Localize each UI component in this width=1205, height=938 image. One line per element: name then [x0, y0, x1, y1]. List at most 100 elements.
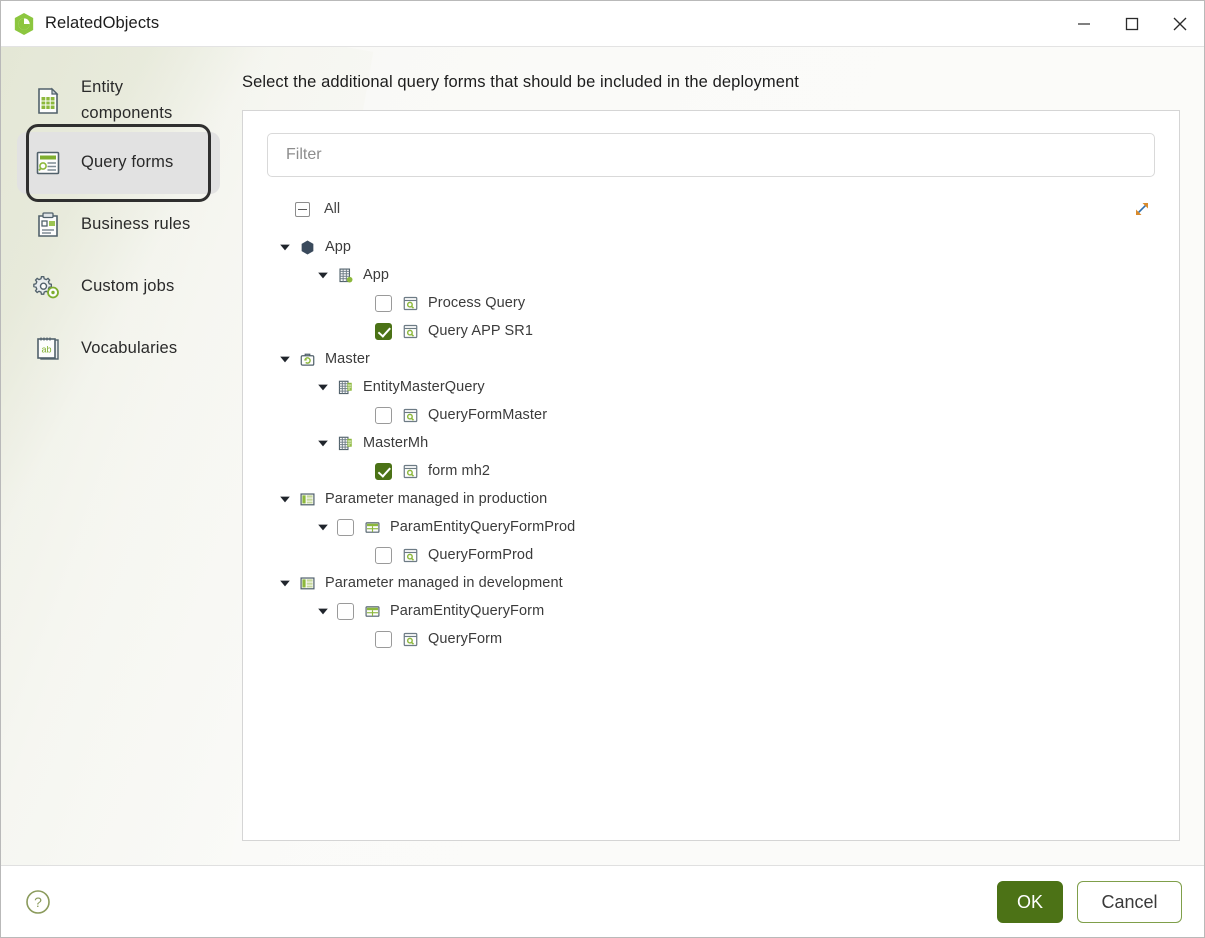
tree-node[interactable]: Process Query — [267, 289, 1155, 317]
cancel-button[interactable]: Cancel — [1077, 880, 1182, 923]
page-title: Select the additional query forms that s… — [242, 73, 799, 91]
tree-node-label: Parameter managed in production — [325, 491, 548, 507]
query-form-icon — [403, 464, 418, 478]
tree-panel: All App App Process Query Query APP SR1 Mast… — [242, 110, 1180, 841]
tree-node-checkbox[interactable] — [375, 294, 392, 312]
tree-node[interactable]: Master — [267, 345, 1155, 373]
tree-node-checkbox[interactable] — [337, 602, 354, 620]
tree-node-label: Master — [325, 351, 370, 367]
custom-jobs-icon — [33, 276, 59, 299]
minimize-icon — [1078, 22, 1090, 25]
collapse-all-icon[interactable] — [1133, 200, 1151, 218]
vocabularies-icon: ab — [37, 337, 59, 360]
tree-node[interactable]: ParamEntityQueryFormProd — [267, 513, 1155, 541]
tree-node-checkbox[interactable] — [375, 322, 392, 340]
twisty-expanded-icon[interactable] — [277, 239, 293, 255]
business-rules-icon — [38, 212, 58, 237]
svg-text:?: ? — [34, 894, 42, 910]
twisty-expanded-icon[interactable] — [315, 435, 331, 451]
tree-node[interactable]: QueryFormProd — [267, 541, 1155, 569]
param-entity-icon — [365, 521, 380, 533]
tree-node-label: App — [363, 267, 390, 283]
tree-node[interactable]: App — [267, 261, 1155, 289]
twisty-expanded-icon[interactable] — [315, 267, 331, 283]
query-form-icon — [403, 324, 418, 338]
query-form-icon — [403, 632, 418, 646]
sidebar-item-vocabularies[interactable]: ab Vocabularies — [17, 318, 220, 380]
tree-node-label: MasterMh — [363, 435, 429, 451]
tree-node-label: Process Query — [428, 295, 526, 311]
tree-node-checkbox[interactable] — [375, 462, 392, 480]
twisty-expanded-icon[interactable] — [315, 603, 331, 619]
tree-node-checkbox[interactable] — [375, 546, 392, 564]
sidebar-item-business-rules[interactable]: Business rules — [17, 194, 220, 256]
tree-node-label: QueryForm — [428, 631, 503, 647]
related-objects-dialog: RelatedObjects Entity components Query f… — [0, 0, 1205, 938]
app-hexagon-clock-icon — [14, 12, 34, 35]
entity-components-icon — [38, 87, 59, 114]
close-button[interactable] — [1156, 1, 1204, 47]
twisty-expanded-icon[interactable] — [315, 379, 331, 395]
tree-node[interactable]: Parameter managed in development — [267, 569, 1155, 597]
tree-node-label: QueryFormProd — [428, 547, 534, 563]
maximize-icon — [1125, 17, 1139, 30]
tree-header: All — [267, 195, 1155, 223]
tree-node-label: Query APP SR1 — [428, 323, 534, 339]
tree-node-label: EntityMasterQuery — [363, 379, 485, 395]
query-form-icon — [403, 408, 418, 422]
tree-node[interactable]: Parameter managed in production — [267, 485, 1155, 513]
tree-node-checkbox[interactable] — [375, 406, 392, 424]
tree-node[interactable]: EntityMasterQuery — [267, 373, 1155, 401]
query-forms-tree: App App Process Query Query APP SR1 Master En… — [267, 233, 1155, 830]
sidebar-item-label: Vocabularies — [81, 339, 178, 358]
tree-node-label: form mh2 — [428, 463, 491, 479]
tree-node-label: Parameter managed in development — [325, 575, 563, 591]
query-form-icon — [403, 548, 418, 562]
tree-node-label: QueryFormMaster — [428, 407, 548, 423]
tree-node[interactable]: Query APP SR1 — [267, 317, 1155, 345]
tree-node-label: ParamEntityQueryForm — [390, 603, 545, 619]
help-circle-icon[interactable]: ? — [25, 889, 51, 915]
sidebar-item-entity-components[interactable]: Entity components — [17, 69, 220, 132]
tree-node[interactable]: QueryFormMaster — [267, 401, 1155, 429]
param-entity-icon — [365, 605, 380, 617]
twisty-expanded-icon[interactable] — [315, 519, 331, 535]
twisty-expanded-icon[interactable] — [277, 351, 293, 367]
parameter-icon — [300, 492, 315, 505]
tree-node-checkbox[interactable] — [375, 630, 392, 648]
window-title: RelatedObjects — [45, 14, 160, 32]
twisty-expanded-icon[interactable] — [277, 575, 293, 591]
select-all-checkbox[interactable] — [295, 201, 310, 217]
parameter-icon — [300, 576, 315, 589]
entity-master-icon — [338, 380, 352, 394]
briefcase-icon — [300, 353, 315, 366]
sidebar-item-query-forms[interactable]: Query forms — [17, 124, 220, 203]
tree-node[interactable]: MasterMh — [267, 429, 1155, 457]
app-node-icon — [301, 240, 314, 254]
main-panel: Select the additional query forms that s… — [236, 47, 1204, 865]
entity-grid-icon — [339, 268, 353, 282]
close-icon — [1173, 17, 1187, 30]
tree-node-label: ParamEntityQueryFormProd — [390, 519, 576, 535]
filter-input[interactable] — [267, 133, 1155, 177]
tree-node-checkbox[interactable] — [337, 518, 354, 536]
sidebar-item-custom-jobs[interactable]: Custom jobs — [17, 256, 220, 318]
minimize-button[interactable] — [1060, 1, 1108, 47]
twisty-expanded-icon[interactable] — [277, 491, 293, 507]
maximize-button[interactable] — [1108, 1, 1156, 47]
query-form-icon — [403, 296, 418, 310]
tree-node[interactable]: QueryForm — [267, 625, 1155, 653]
tree-node-label: App — [325, 239, 352, 255]
tree-node[interactable]: form mh2 — [267, 457, 1155, 485]
tree-node[interactable]: App — [267, 233, 1155, 261]
sidebar-item-label: Business rules — [81, 215, 191, 234]
sidebar-item-label: Entity components — [81, 78, 173, 122]
tree-node[interactable]: ParamEntityQueryForm — [267, 597, 1155, 625]
entity-master-icon — [338, 436, 352, 450]
ok-button[interactable]: OK — [997, 880, 1063, 923]
dialog-footer: ? OK Cancel — [1, 865, 1204, 937]
select-all-label: All — [324, 201, 341, 217]
sidebar-item-label: Custom jobs — [81, 277, 175, 296]
window-controls — [1060, 1, 1204, 47]
svg-text:ab: ab — [41, 345, 51, 355]
